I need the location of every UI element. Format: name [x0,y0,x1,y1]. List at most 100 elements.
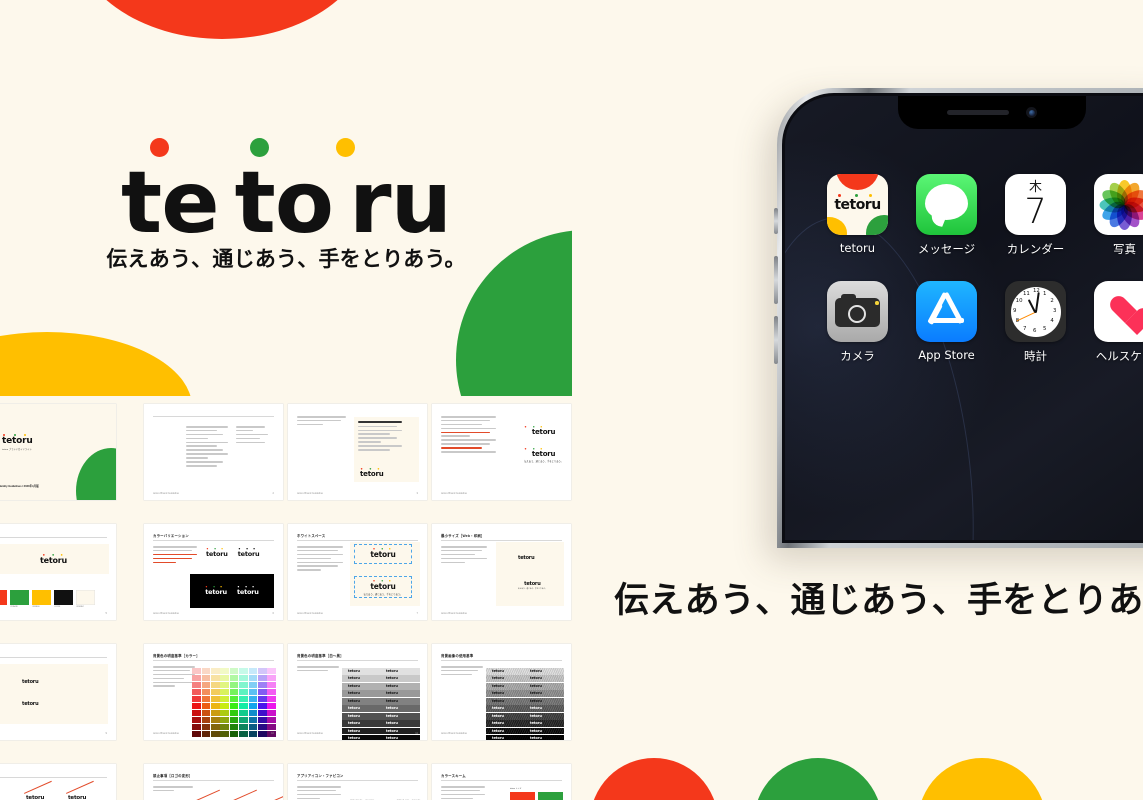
thumb-footer: tetoru Brand Guideline [153,492,179,495]
tetoru-icon-wordmark: tetoru [834,197,881,214]
product-showcase-panel: tetoru tetoru メッセージ 木 7 カレンダー 写真 カメラ App… [572,0,1143,800]
thumb-wordmark-inverse: tetoru [237,588,259,597]
guideline-page-thumbnail[interactable]: 禁止事項［ロゴの変形］ tetoru tetoru tetoru tetoru … [144,764,283,800]
app-label: 時計 [1024,349,1047,363]
thumb-footer: tetoru Brand Guideline [153,612,179,615]
thumb-wordmark-inverse: tetoru [205,588,227,597]
swatch-green [10,589,29,605]
guideline-page-thumbnail[interactable]: tetoru tetoru Brand Guideline 3 [288,404,427,500]
app-tile-app-store[interactable]: App Store [902,281,991,364]
hero-tagline: 伝えあう、通じあう、手をとりあう。 [106,247,466,271]
thumb-title: 背景色の明度基準［カラー］ [153,654,200,658]
thumb-wordmark: tetoru [26,795,45,800]
thumb-title: カラースキーム [441,774,466,778]
grayscale-background-rows: tetoru tetoru tetoru tetoru tetoru tetoru teto… [342,668,420,740]
guideline-page-thumbnail[interactable]: tetoru #F4381B #2CA03D #FFBF00 #111111 #… [0,524,116,620]
guideline-page-thumbnail[interactable]: カラースキーム tetoru レッド #F4381B #2CA03D [432,764,571,800]
swatch-label: #111111 [54,605,61,608]
guideline-page-thumbnail[interactable]: tetoru tetoru 伝えあう、通じあう、手をとりあう。 tetoru B… [432,404,571,500]
brand-identity-panel: te to ru 伝えあう、通じあう、手をとりあう。 tetoru tetoru ブ… [0,0,572,800]
app-tile-clock[interactable]: 12 1 2 3 4 5 6 7 8 9 10 11 時計 [991,281,1080,364]
thumb-wordmark: tetoru [360,470,384,478]
heart-icon [1109,297,1141,326]
photos-icon[interactable] [1094,174,1143,235]
color-swatch-row: #F4381B #2CA03D #FFBF00 #111111 #FDF8EC [0,589,95,608]
messages-icon[interactable] [916,174,977,235]
thumb-page-number: 11 [415,732,418,735]
red-circle-decoration [72,0,372,39]
thumb-page-number: 5 [105,612,107,615]
tetoru-app-icon[interactable]: tetoru [827,174,888,235]
notch [898,96,1086,129]
swatch-label: #2CA03D [10,605,18,608]
guideline-page-thumbnail[interactable]: ホワイトスペース tetoru tetoru 伝えあう、通じあう、手をとりあう。… [288,524,427,620]
guideline-page-thumbnail[interactable]: カラーバリエーション tetoru tetoru tetoru tetoru t… [144,524,283,620]
guideline-page-thumbnail[interactable]: 背景色の明度基準［カラー］ tetoru Brand Guideline 10 [144,644,283,740]
showcase-tagline: 伝えあう、通じあう、手をとりあう。 [614,581,1143,621]
app-tile-photos[interactable]: 写真 [1080,174,1143,257]
wordmark-part-to: to [234,153,334,253]
mute-switch[interactable] [774,208,778,234]
thumb-page-number: 6 [272,612,274,615]
swatch-red [0,589,7,605]
app-tile-camera[interactable]: カメラ [813,281,902,364]
tetoru-wordmark: te to ru [0,138,572,246]
clock-icon[interactable]: 12 1 2 3 4 5 6 7 8 9 10 11 [1005,281,1066,342]
thumb-page-number: 9 [105,732,107,735]
health-icon[interactable] [1094,281,1143,342]
app-tile-health[interactable]: ヘルスケア [1080,281,1143,364]
camera-icon[interactable] [827,281,888,342]
thumb-footer: tetoru Brand Guideline [441,612,467,615]
logo-hero-panel: te to ru 伝えあう、通じあう、手をとりあう。 [0,0,572,396]
thumb-page-number: 10 [271,732,274,735]
thumb-tagline: 伝えあう、通じあう、手をとりあう。 [524,461,563,463]
red-circle-decoration-bottom [590,758,718,800]
thumb-wordmark: tetoru [206,550,228,558]
cover-logo: tetoru tetoru ブランドガイドライン [2,434,33,455]
guideline-page-thumbnail[interactable]: 背景画像の使用基準 tetoru tetoru tetoru tetoru tetoru… [432,644,571,740]
earpiece-speaker-icon [947,110,1009,115]
guideline-page-thumbnail[interactable]: 最小サイズ［Web・印刷］ tetoru tetoru 伝えあう、通じあう、手を… [432,524,571,620]
swatch-cream [76,589,95,605]
volume-up-button[interactable] [774,256,778,304]
guideline-page-thumbnail[interactable]: tetoru tetoru ブランドガイドライン Visual Identity… [0,404,116,500]
app-tile-tetoru[interactable]: tetoru tetoru [813,174,902,257]
guideline-page-thumbnail[interactable]: tetoru tetoru [0,764,116,800]
thumb-tagline: 伝えあう、通じあう、手をとりあう。 [518,589,547,590]
app-label: tetoru [839,241,876,255]
thumb-wordmark: tetoru [518,555,535,561]
thumb-footer: tetoru Brand Guideline [441,732,467,735]
thumb-wordmark: tetoru [39,555,67,565]
calendar-icon[interactable]: 木 7 [1005,174,1066,235]
color-background-matrix [192,668,276,738]
app-store-icon[interactable] [916,281,977,342]
thumb-title: カラーバリエーション [153,534,189,538]
guideline-page-thumbnail[interactable]: tetoru Brand Guideline 2 [144,404,283,500]
red-dot-icon [150,138,169,157]
swatch-label: #F4381B [0,606,7,608]
thumb-footer: tetoru Brand Guideline [297,492,323,495]
green-dot-icon [250,138,269,157]
thumb-title: 背景色の明度基準［白〜黒］ [297,654,344,658]
swatch-yellow [32,589,51,605]
app-tile-messages[interactable]: メッセージ [902,174,991,257]
app-tile-calendar[interactable]: 木 7 カレンダー [991,174,1080,257]
scheme-caption: tetoru レッド [510,788,522,790]
yellow-circle-decoration-bottom [918,758,1046,800]
guideline-page-thumbnail[interactable]: 背景色の明度基準［白〜黒］ tetoru tetoru tetoru tetoru te… [288,644,427,740]
thumb-footer: tetoru Brand Guideline [441,492,467,495]
guideline-page-thumbnail[interactable]: tetoru tetoru 9 [0,644,116,740]
phone-bezel: tetoru tetoru メッセージ 木 7 カレンダー 写真 カメラ App… [782,93,1143,543]
thumb-footer: tetoru Brand Guideline [153,732,179,735]
guideline-page-thumbnail[interactable]: アプリアイコン・ファビコン アプリアイコン・ファビコン to [288,764,427,800]
volume-down-button[interactable] [774,316,778,364]
cover-wordmark: tetoru [2,436,33,446]
swatch-label: #FFBF00 [32,605,40,608]
cover-meta: Visual Identity Guidelines / 2023年4月版 [0,485,39,488]
thumb-wordmark: tetoru [68,795,87,800]
thumb-wordmark: tetoru [524,581,541,587]
thumb-title: アプリアイコン・ファビコン [297,774,344,778]
front-camera-icon [1026,107,1037,118]
thumb-footer: tetoru Brand Guideline [297,612,323,615]
thumb-title: 最小サイズ［Web・印刷］ [441,534,485,538]
